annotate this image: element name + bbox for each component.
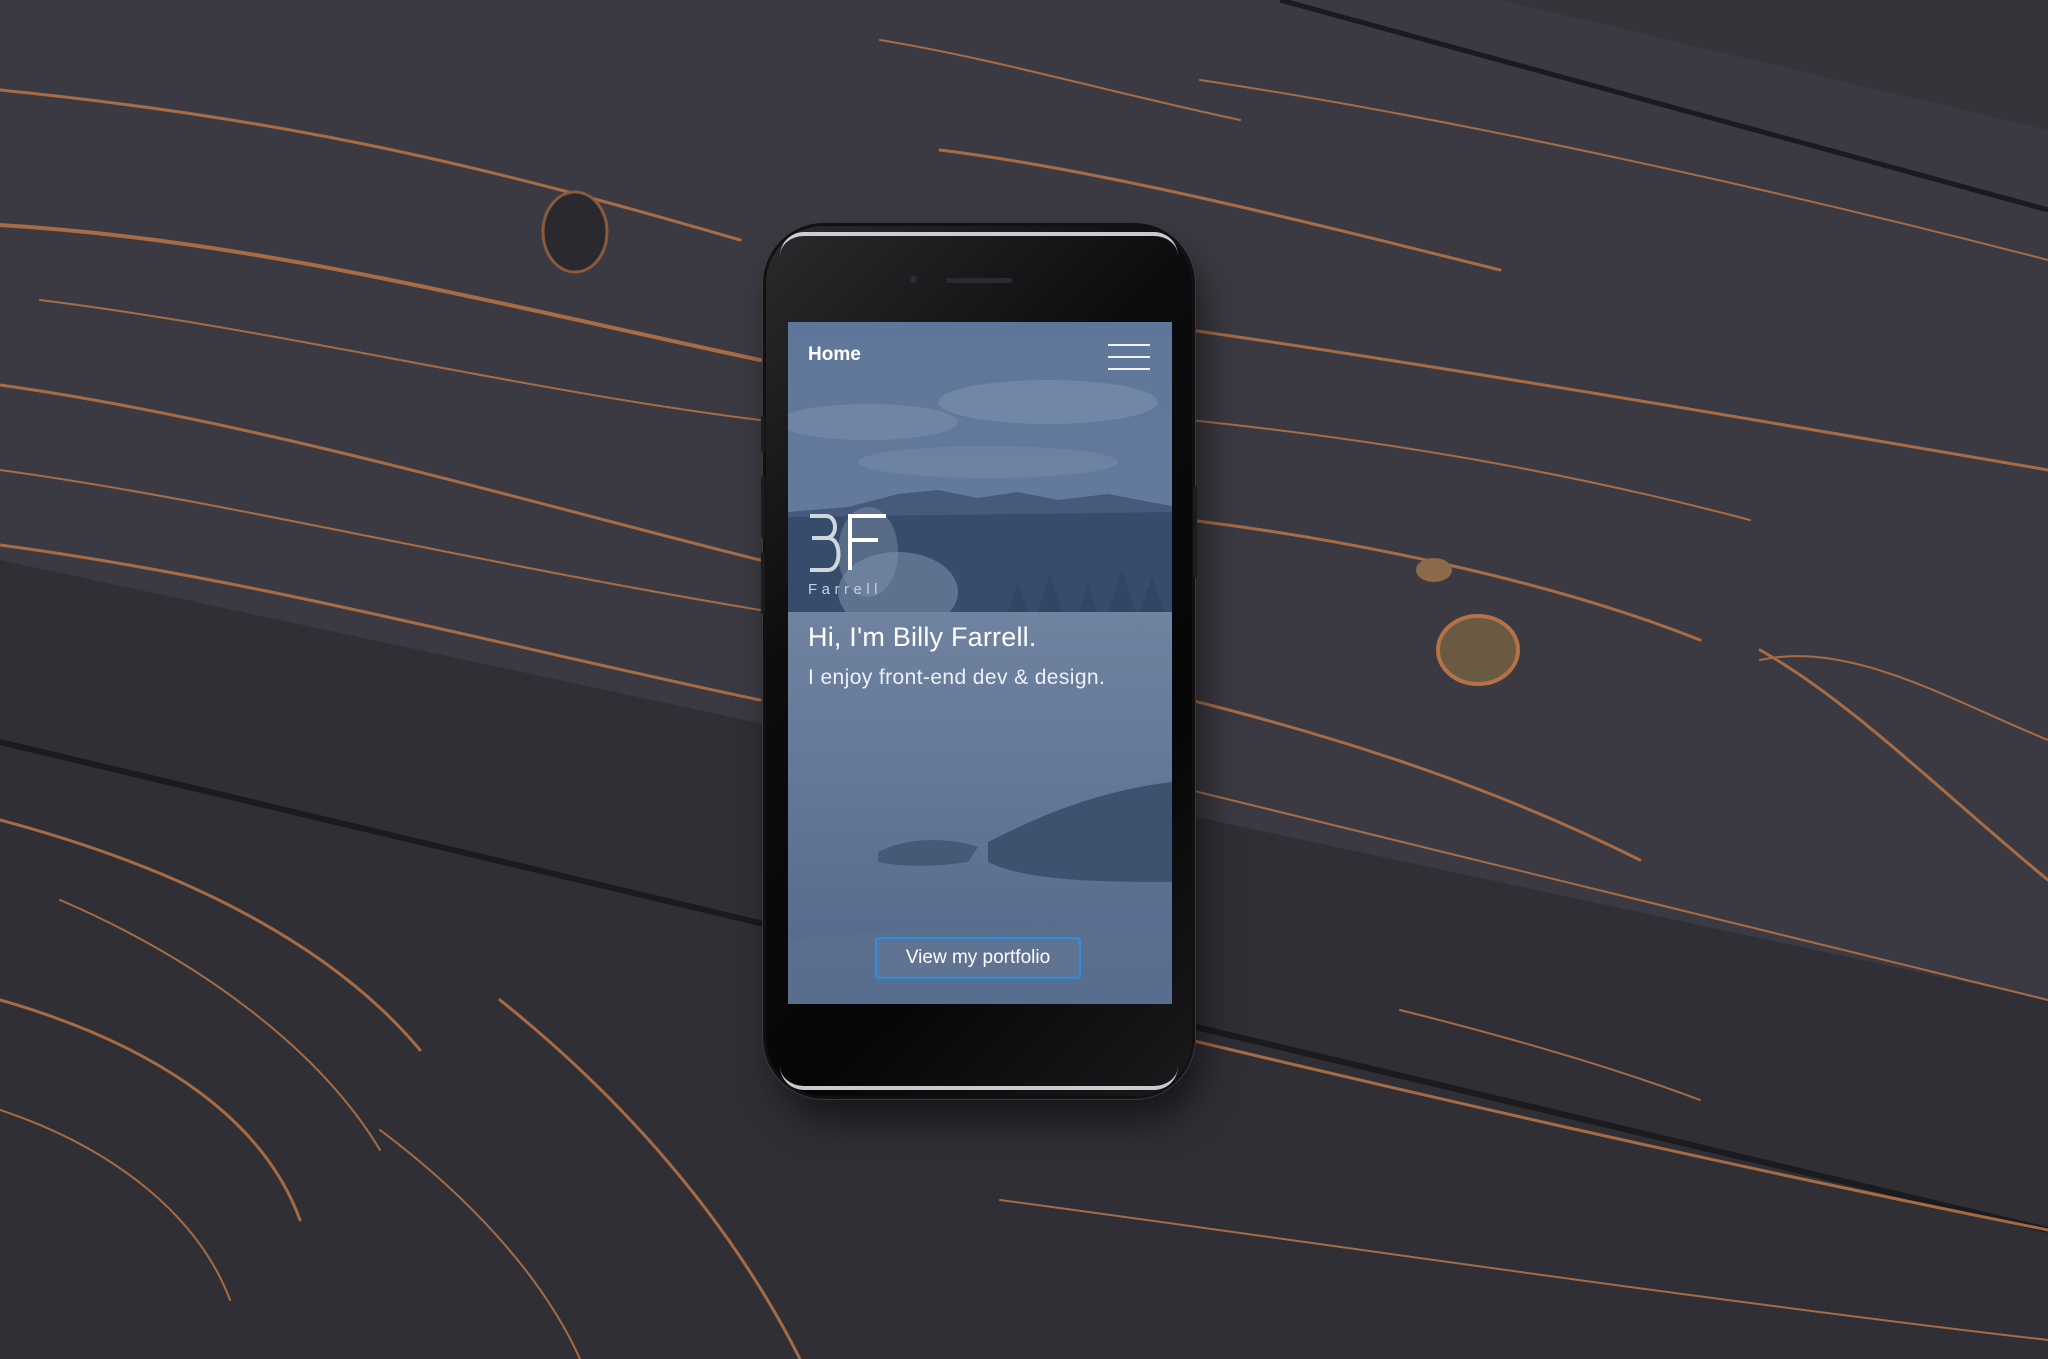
- volume-up-button: [761, 476, 765, 538]
- volume-down-button: [761, 552, 765, 614]
- front-camera: [910, 276, 917, 283]
- phone-mockup: Home Farrell Hi, I'm Billy Farrell. I en…: [761, 226, 1197, 1096]
- earpiece-speaker: [946, 278, 1012, 283]
- logo-wordmark: Farrell: [808, 581, 882, 598]
- side-button: [761, 416, 765, 452]
- phone-screen: Home Farrell Hi, I'm Billy Farrell. I en…: [788, 322, 1172, 1004]
- view-portfolio-button[interactable]: View my portfolio: [875, 937, 1081, 979]
- bf-farrell-logo: Farrell: [808, 514, 886, 598]
- hamburger-menu-icon[interactable]: [1108, 342, 1150, 372]
- hero-title: Hi, I'm Billy Farrell.: [808, 622, 1037, 652]
- power-button: [1193, 486, 1197, 578]
- hero-tint-overlay: [788, 322, 1172, 1004]
- hero-subtitle: I enjoy front-end dev & design.: [808, 666, 1106, 689]
- nav-home-link[interactable]: Home: [808, 344, 861, 366]
